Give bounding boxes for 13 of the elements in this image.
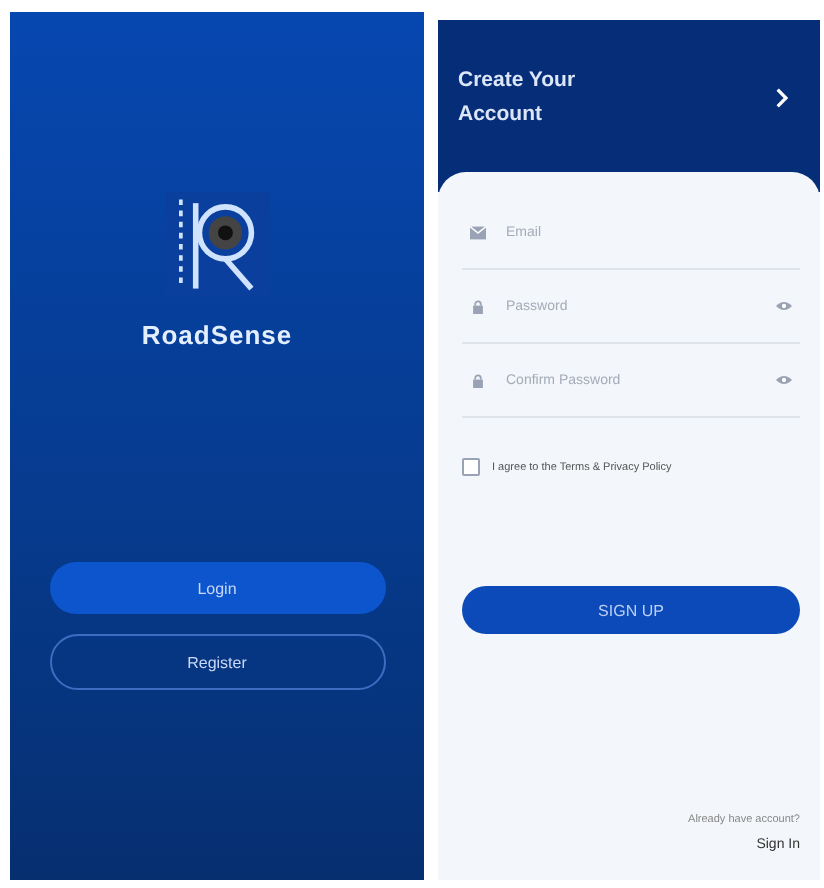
app-name: RoadSense	[141, 320, 293, 350]
lock-icon	[470, 373, 486, 387]
camera-logo-icon	[165, 192, 269, 296]
agree-checkbox[interactable]	[462, 458, 480, 476]
mail-icon	[470, 225, 486, 239]
sign-up-button[interactable]: SIGN UP	[462, 586, 800, 634]
login-button[interactable]: Login	[49, 562, 385, 614]
eye-icon[interactable]	[776, 300, 792, 312]
lock-icon	[470, 299, 486, 313]
register-button[interactable]: Register	[49, 634, 385, 690]
chevron-right-icon[interactable]	[774, 88, 788, 108]
eye-icon[interactable]	[776, 374, 792, 386]
screen-title: Create Your Account	[458, 66, 578, 130]
